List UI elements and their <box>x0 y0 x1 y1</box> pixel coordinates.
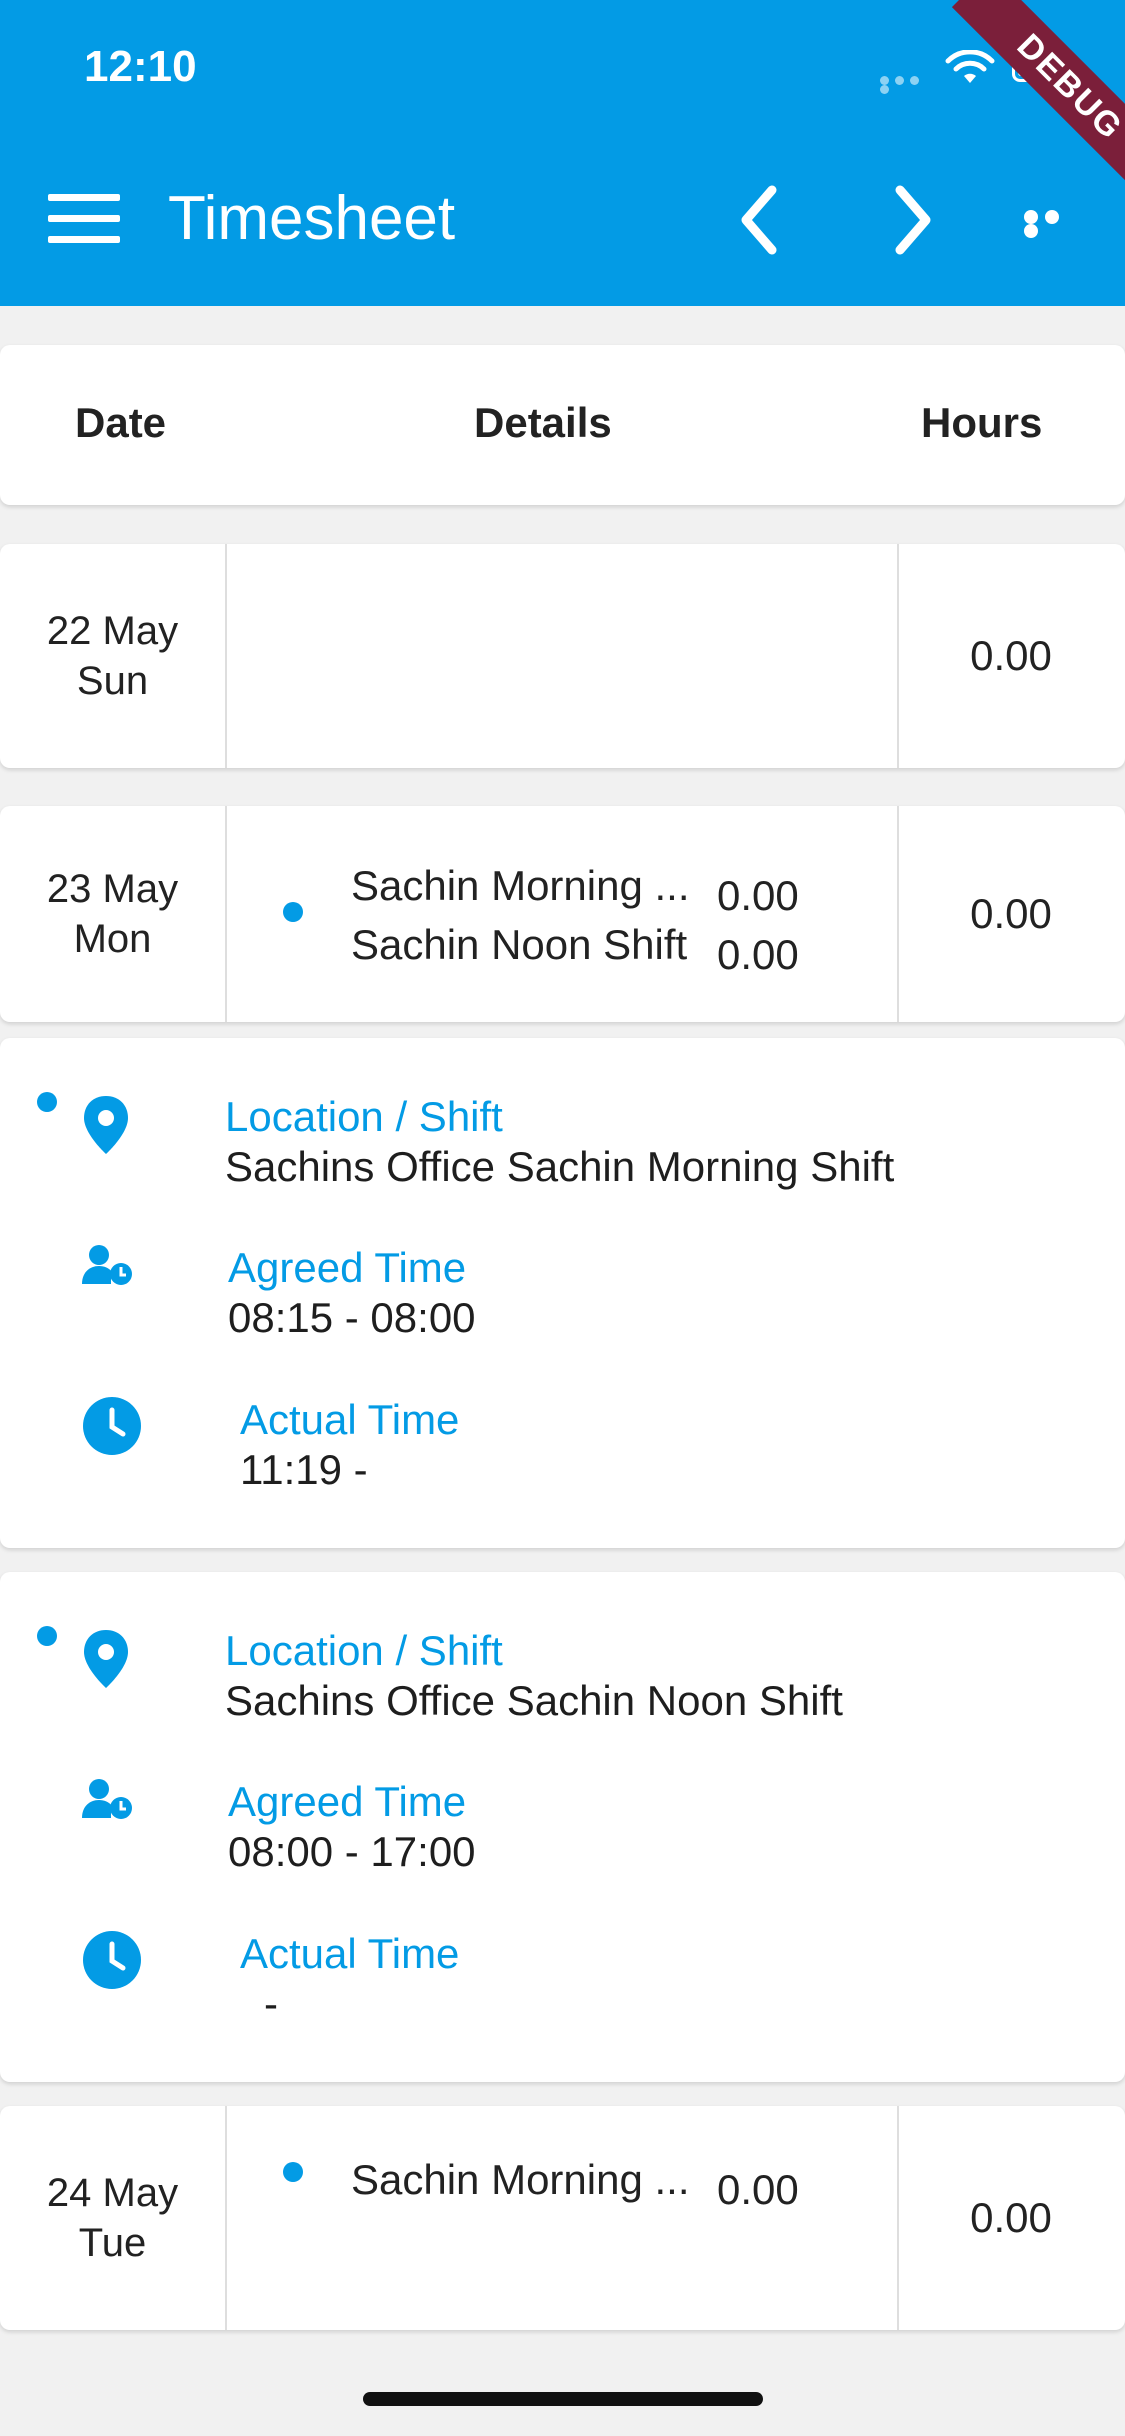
location-pin-icon <box>84 1630 128 1688</box>
shift-detail-card[interactable]: Location / Shift Sachins Office Sachin N… <box>0 1572 1125 2082</box>
shift-detail-card[interactable]: Location / Shift Sachins Office Sachin M… <box>0 1038 1125 1548</box>
shift-summary: Sachin Morning ... 0.00 <box>351 862 799 920</box>
agreed-time-value: 08:00 - 17:00 <box>228 1828 476 1875</box>
shift-hours: 0.00 <box>717 872 799 919</box>
shift-summary: Sachin Noon Shift 0.00 <box>351 921 799 979</box>
column-header-hours: Hours <box>921 399 1043 446</box>
shift-name: Sachin Morning ... <box>351 2156 690 2203</box>
actual-time-value: 11:19 - <box>240 1446 368 1493</box>
shift-indicator-dot <box>37 1092 57 1112</box>
date-cell: 24 May Tue <box>0 2106 225 2330</box>
chevron-left-icon[interactable] <box>728 182 792 258</box>
clock-icon <box>83 1931 141 1989</box>
row-weekday: Mon <box>73 917 152 961</box>
cellular-signal-icon <box>880 76 936 94</box>
hours-cell: 0.00 <box>970 2194 1052 2241</box>
table-row[interactable]: 22 May Sun 0.00 <box>0 544 1125 768</box>
shift-indicator-dot <box>283 2162 303 2182</box>
date-cell: 22 May Sun <box>0 544 225 768</box>
row-weekday: Tue <box>78 2221 147 2265</box>
row-day: 22 May <box>46 609 179 653</box>
table-header: Date Details Hours <box>0 345 1125 505</box>
row-weekday: Sun <box>76 659 149 703</box>
hours-cell: 0.00 <box>970 890 1052 937</box>
agreed-time-label: Agreed Time <box>228 1244 467 1291</box>
more-horizontal-icon[interactable] <box>1024 210 1086 238</box>
chevron-right-icon[interactable] <box>880 182 944 258</box>
location-value: Sachins Office Sachin Morning Shift <box>225 1143 895 1190</box>
actual-time-value: - <box>264 1980 278 2027</box>
shift-hours: 0.00 <box>717 2166 799 2213</box>
column-header-details: Details <box>474 399 612 446</box>
location-value: Sachins Office Sachin Noon Shift <box>225 1677 843 1724</box>
hours-cell: 0.00 <box>970 632 1052 679</box>
agreed-time-label: Agreed Time <box>228 1778 467 1825</box>
row-day: 24 May <box>46 2171 179 2215</box>
page-title: Timesheet <box>168 184 456 253</box>
app-bar: 12:10 DEBUG Timesheet <box>0 0 1125 306</box>
person-clock-icon <box>82 1245 132 1285</box>
location-pin-icon <box>84 1096 128 1154</box>
shift-summary: Sachin Morning ... 0.00 <box>351 2156 799 2214</box>
hamburger-menu-icon[interactable] <box>48 194 120 250</box>
agreed-time-value: 08:15 - 08:00 <box>228 1294 476 1341</box>
person-clock-icon <box>82 1779 132 1819</box>
clock-icon <box>83 1397 141 1455</box>
home-indicator[interactable] <box>363 2392 763 2406</box>
wifi-icon <box>945 50 995 83</box>
debug-banner: DEBUG <box>951 0 1125 206</box>
column-header-date: Date <box>75 399 167 446</box>
shift-hours: 0.00 <box>717 931 799 978</box>
status-time: 12:10 <box>84 42 197 91</box>
location-label: Location / Shift <box>225 1093 503 1140</box>
date-cell: 23 May Mon <box>0 806 225 1022</box>
actual-time-label: Actual Time <box>240 1396 460 1443</box>
row-day: 23 May <box>46 867 179 911</box>
shift-name: Sachin Morning ... <box>351 862 690 909</box>
shift-indicator-dot <box>283 902 303 922</box>
shift-name: Sachin Noon Shift <box>351 921 688 968</box>
actual-time-label: Actual Time <box>240 1930 460 1977</box>
table-row[interactable]: 23 May Mon Sachin Morning ... 0.00 Sachin… <box>0 806 1125 1022</box>
shift-indicator-dot <box>37 1626 57 1646</box>
location-label: Location / Shift <box>225 1627 503 1674</box>
table-row[interactable]: 24 May Tue Sachin Morning ... 0.00 0.00 <box>0 2106 1125 2330</box>
